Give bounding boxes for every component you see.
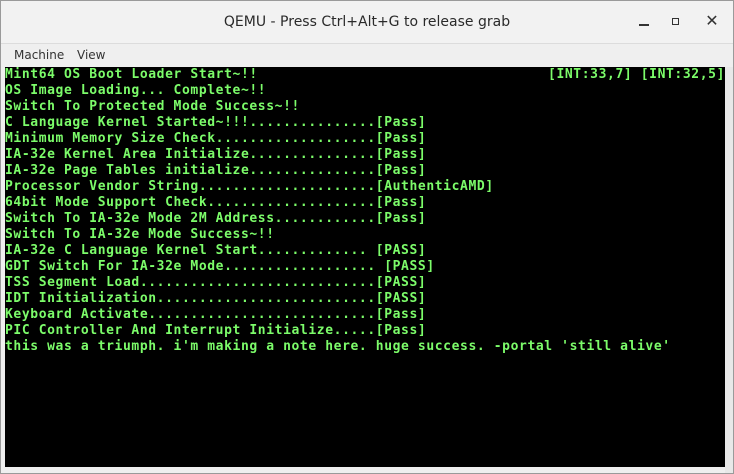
console-line: Minimum Memory Size Check...............…: [5, 131, 427, 146]
menu-bar: Machine View: [1, 43, 733, 68]
window-scrollbar[interactable]: [725, 67, 733, 473]
menu-machine[interactable]: Machine: [14, 48, 64, 62]
title-bar[interactable]: QEMU - Press Ctrl+Alt+G to release grab …: [1, 1, 733, 43]
close-button[interactable]: ✕: [703, 12, 721, 30]
console-line: Switch To IA-32e Mode Success~!!: [5, 227, 275, 242]
menu-view[interactable]: View: [77, 48, 105, 62]
minimize-icon: [639, 24, 649, 26]
console-line: PIC Controller And Interrupt Initialize.…: [5, 323, 427, 338]
console-line: 64bit Mode Support Check................…: [5, 195, 427, 210]
console-line: Keyboard Activate.......................…: [5, 307, 427, 322]
close-icon: ✕: [705, 11, 719, 30]
qemu-window: QEMU - Press Ctrl+Alt+G to release grab …: [0, 0, 734, 474]
console-line: this was a triumph. i'm making a note he…: [5, 339, 671, 354]
console-line: Mint64 OS Boot Loader Start~!!: [5, 67, 258, 82]
console-line: IDT Initialization......................…: [5, 291, 427, 306]
console-line: OS Image Loading... Complete~!!: [5, 83, 267, 98]
window-title: QEMU - Press Ctrl+Alt+G to release grab: [223, 14, 511, 30]
interrupt-status: [INT:33,7] [INT:32,5]: [548, 67, 725, 82]
console-line: Switch To Protected Mode Success~!!: [5, 99, 300, 114]
maximize-icon: [671, 17, 679, 25]
console-line: TSS Segment Load........................…: [5, 275, 427, 290]
minimize-button[interactable]: [635, 12, 653, 30]
console-line: GDT Switch For IA-32e Mode..............…: [5, 259, 435, 274]
console-line: C Language Kernel Started~!!!...........…: [5, 115, 427, 130]
vm-display[interactable]: [INT:33,7] [INT:32,5] Mint64 OS Boot Loa…: [5, 67, 725, 467]
maximize-button[interactable]: [666, 12, 684, 30]
console-line: IA-32e C Language Kernel Start..........…: [5, 243, 427, 258]
console-line: Processor Vendor String.................…: [5, 179, 494, 194]
console-line: IA-32e Page Tables initialize...........…: [5, 163, 427, 178]
console-line: IA-32e Kernel Area Initialize...........…: [5, 147, 427, 162]
console-line: Switch To IA-32e Mode 2M Address........…: [5, 211, 427, 226]
